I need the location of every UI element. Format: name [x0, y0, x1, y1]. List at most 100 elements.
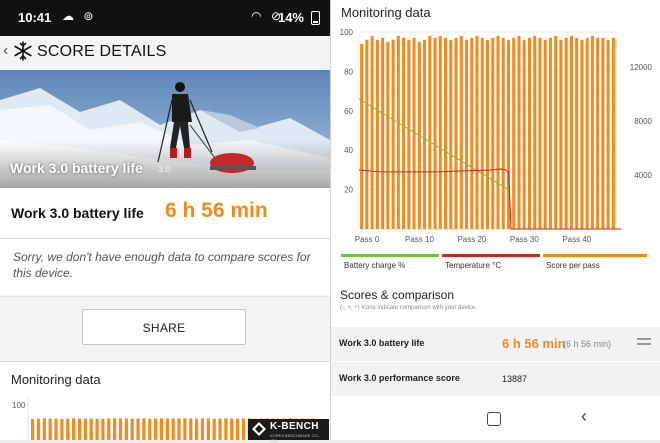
mini-score-bar [224, 418, 228, 440]
score-bar [423, 39, 427, 229]
app-bar: ‹ SCORE DETAILS [0, 36, 330, 70]
result-value: 6 h 56 min [165, 199, 268, 222]
mini-score-bar [42, 418, 46, 440]
mini-score-bar [101, 418, 105, 440]
mini-score-bar [113, 418, 117, 440]
monitoring-title: Monitoring data [11, 372, 101, 387]
score-bar [538, 37, 542, 229]
mini-score-bar [154, 418, 158, 440]
score-bar [580, 39, 584, 229]
mini-score-bar [142, 418, 146, 440]
score-bar [449, 39, 453, 229]
mini-score-bar [31, 419, 35, 440]
mini-score-bar [241, 418, 246, 440]
mini-score-bar [136, 418, 140, 440]
status-bar: 10:41 ☁ ⊚ ◠ ⊘ 14% [0, 0, 330, 36]
mini-tick-label: 100 [12, 401, 26, 410]
home-button-icon[interactable] [487, 412, 501, 426]
score-bar [428, 35, 432, 229]
snowflake-icon [14, 41, 32, 61]
comparison-notice: Sorry, we don't have enough data to comp… [0, 239, 330, 295]
system-nav-bar: ‹ [331, 397, 660, 440]
share-button[interactable]: SHARE [82, 309, 246, 345]
scores-title: Scores & comparison [340, 288, 455, 302]
left-tick-label: 60 [344, 107, 353, 116]
mini-score-bar [107, 418, 111, 440]
mini-score-bar [206, 418, 210, 440]
score-bar [381, 37, 385, 229]
mini-score-bar [195, 418, 199, 440]
right-tick-label: 4000 [634, 171, 652, 180]
mini-score-bar [118, 418, 123, 440]
mini-score-bar [189, 418, 193, 440]
left-tick-label: 80 [344, 67, 353, 76]
right-tick-label: 12000 [630, 63, 653, 72]
result-card: Work 3.0 battery life 6 h 56 min [0, 188, 330, 239]
score-bar [548, 37, 552, 229]
score-row-label: Work 3.0 battery life [339, 338, 425, 348]
score-row-battery[interactable]: Work 3.0 battery life 6 h 56 min (6 h 56… [331, 327, 660, 361]
mini-score-bar [36, 418, 41, 440]
legend-battery-label: Battery charge % [344, 261, 406, 270]
back-arrow-icon[interactable]: ‹ [3, 42, 8, 60]
mini-score-bar [83, 418, 87, 440]
nav-back-icon[interactable]: ‹ [581, 406, 587, 427]
score-bar [402, 37, 406, 229]
mini-score-bar [183, 418, 187, 440]
score-bar [475, 35, 479, 229]
score-bar [470, 37, 474, 229]
mini-score-bar [236, 418, 240, 440]
mini-score-bar [171, 418, 175, 440]
mini-score-bar [177, 418, 181, 440]
legend-temperature: Temperature °C [442, 254, 542, 274]
left-screen: 10:41 ☁ ⊚ ◠ ⊘ 14% ‹ SCORE DETAILS Work 3… [0, 0, 330, 440]
score-bar [396, 35, 400, 229]
score-bar [444, 37, 448, 229]
hero-version: 3.0 [158, 164, 171, 174]
mini-score-bar [72, 418, 76, 440]
mini-score-bar [124, 418, 128, 440]
scores-subtitle: (-, +, +) Icons indicate comparison with… [340, 305, 478, 311]
clock: 10:41 [18, 10, 52, 25]
mini-score-bar [148, 418, 152, 440]
mini-score-bar [66, 418, 70, 440]
kbench-watermark: K-BENCH KOREA BENCHMARK CO., LTD. [248, 419, 329, 443]
mini-score-bar [230, 418, 234, 440]
mini-score-bar [77, 418, 82, 440]
score-bar [585, 37, 589, 229]
kbench-logo-icon [252, 422, 266, 436]
score-row-secondary: (6 h 56 min) [563, 339, 612, 349]
score-bar [512, 37, 516, 229]
battery-icon [311, 11, 320, 25]
score-bar [438, 35, 442, 229]
legend-score-label: Score per pass [546, 261, 600, 270]
score-row-performance[interactable]: Work 3.0 performance score 13887 [331, 362, 660, 396]
score-bar [527, 37, 531, 229]
x-tick-label: Pass 30 [510, 235, 539, 244]
score-bar [386, 41, 390, 229]
score-bar [391, 39, 395, 229]
x-tick-label: Pass 0 [355, 235, 380, 244]
watermark-sub: KOREA BENCHMARK CO., LTD. [270, 433, 320, 443]
score-bar [606, 39, 610, 229]
mini-score-bar [130, 418, 134, 440]
mini-score-bar [165, 418, 169, 440]
mini-score-bar [200, 418, 205, 440]
score-bar [601, 37, 605, 229]
left-tick-label: 20 [344, 186, 353, 195]
mini-score-bar [54, 418, 58, 440]
notification-icons: ☁ ⊚ [62, 9, 97, 23]
share-section: SHARE [0, 296, 330, 361]
result-label: Work 3.0 battery life [11, 205, 144, 221]
expand-menu-icon[interactable] [637, 338, 651, 346]
monitoring-title: Monitoring data [341, 5, 431, 20]
score-bar [485, 39, 490, 229]
score-bar [596, 37, 600, 229]
left-tick-label: 40 [344, 146, 353, 155]
legend-score: Score per pass [543, 254, 647, 274]
score-row-label: Work 3.0 performance score [339, 373, 460, 383]
score-bar [454, 37, 458, 229]
score-bar [575, 37, 579, 229]
mini-score-bar [159, 418, 164, 440]
x-tick-label: Pass 40 [562, 235, 591, 244]
